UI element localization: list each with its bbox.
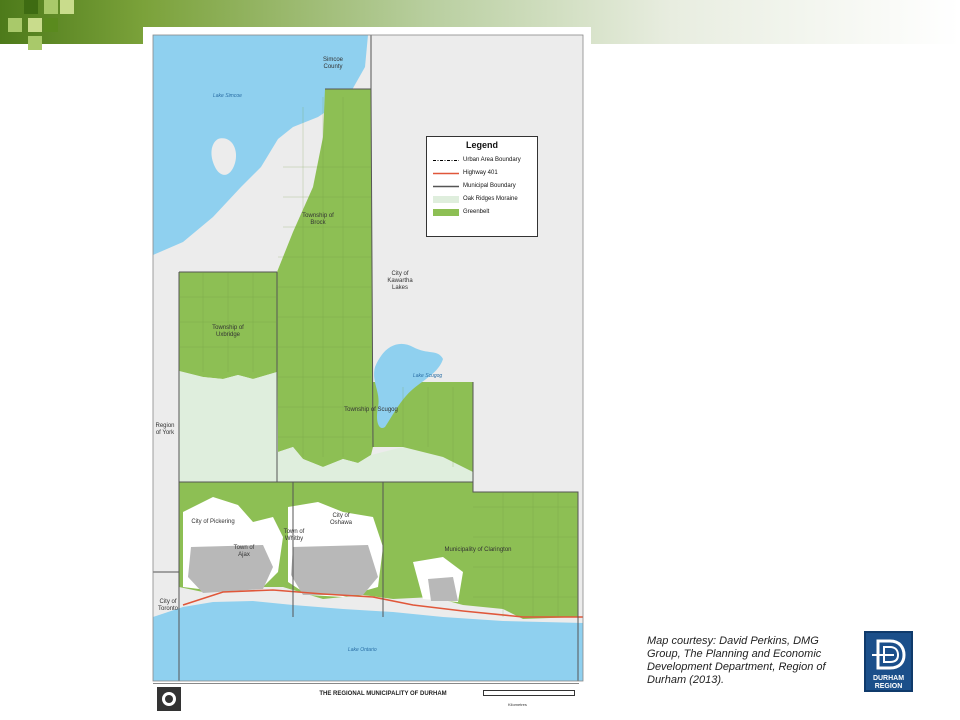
label-city-oshawa: City of Oshawa — [329, 513, 352, 526]
logo-line-1: DURHAM — [872, 675, 905, 682]
legend-item-urban-boundary: Urban Area Boundary — [427, 154, 537, 167]
legend-item-municipal-boundary: Municipal Boundary — [427, 180, 537, 193]
legend-item-greenbelt: Greenbelt — [427, 206, 537, 219]
label-town-ajax: Town of Ajax — [233, 545, 255, 558]
urban-core-central — [291, 545, 378, 595]
urban-core-east — [428, 577, 458, 601]
decorative-square — [28, 18, 42, 32]
map-title-block: THE REGIONAL MUNICIPALITY OF DURHAM Kilo… — [153, 683, 579, 714]
moraine-swatch — [433, 196, 459, 203]
decorative-square — [60, 0, 74, 14]
urban-boundary-swatch — [433, 160, 459, 161]
label-lake-simcoe: Lake Simcoe — [213, 93, 242, 99]
municipal-boundary-swatch — [433, 185, 459, 188]
legend-label: Municipal Boundary — [463, 183, 516, 189]
legend-label: Urban Area Boundary — [463, 157, 521, 163]
greenbelt-swatch — [433, 209, 459, 216]
legend-title: Legend — [465, 140, 498, 150]
title-block-title: THE REGIONAL MUNICIPALITY OF DURHAM — [319, 691, 447, 697]
highway-swatch — [433, 172, 459, 175]
label-region-york: Region of York — [155, 423, 175, 436]
label-town-whitby: Town of Whitby — [283, 529, 305, 542]
logo-line-2: REGION — [874, 683, 903, 690]
legend-label: Oak Ridges Moraine — [463, 196, 518, 202]
legend-item-oak-ridges-moraine: Oak Ridges Moraine — [427, 193, 537, 206]
durham-region-logo: DURHAM REGION — [864, 631, 913, 692]
decorative-square — [8, 18, 22, 32]
label-township-brock: Township of Brock — [302, 213, 334, 226]
decorative-square — [28, 36, 42, 50]
scale-bar — [483, 690, 575, 696]
decorative-square — [44, 0, 58, 14]
decorative-square — [44, 18, 58, 32]
legend-item-highway-401: Highway 401 — [427, 167, 537, 180]
label-lake-ontario: Lake Ontario — [348, 647, 377, 653]
scale-label: Kilometres — [508, 702, 527, 707]
map-graphic — [152, 34, 584, 682]
label-simcoe-county: Simcoe County — [322, 57, 343, 70]
legend-label: Highway 401 — [463, 170, 498, 176]
decorative-square — [24, 0, 38, 14]
durham-emblem-icon — [157, 687, 181, 711]
map-legend: Legend Urban Area Boundary Highway 401 M… — [426, 136, 538, 237]
label-municipality-clarington: Municipality of Clarington — [444, 547, 512, 553]
map-caption: Map courtesy: David Perkins, DMG Group, … — [647, 635, 826, 686]
label-lake-scugog: Lake Scugog — [413, 373, 443, 379]
label-city-toronto: City of Toronto — [157, 599, 178, 612]
label-city-kawartha-lakes: City of Kawartha Lakes — [387, 271, 413, 291]
legend-label: Greenbelt — [463, 209, 490, 215]
durham-region-map: Simcoe County Lake Simcoe Township of Br… — [143, 27, 591, 717]
durham-d-icon — [872, 639, 906, 670]
label-township-uxbridge: Township of Uxbridge — [212, 325, 244, 338]
label-city-pickering: City of Pickering — [191, 519, 235, 525]
label-township-scugog: Township of Scugog — [344, 407, 398, 413]
